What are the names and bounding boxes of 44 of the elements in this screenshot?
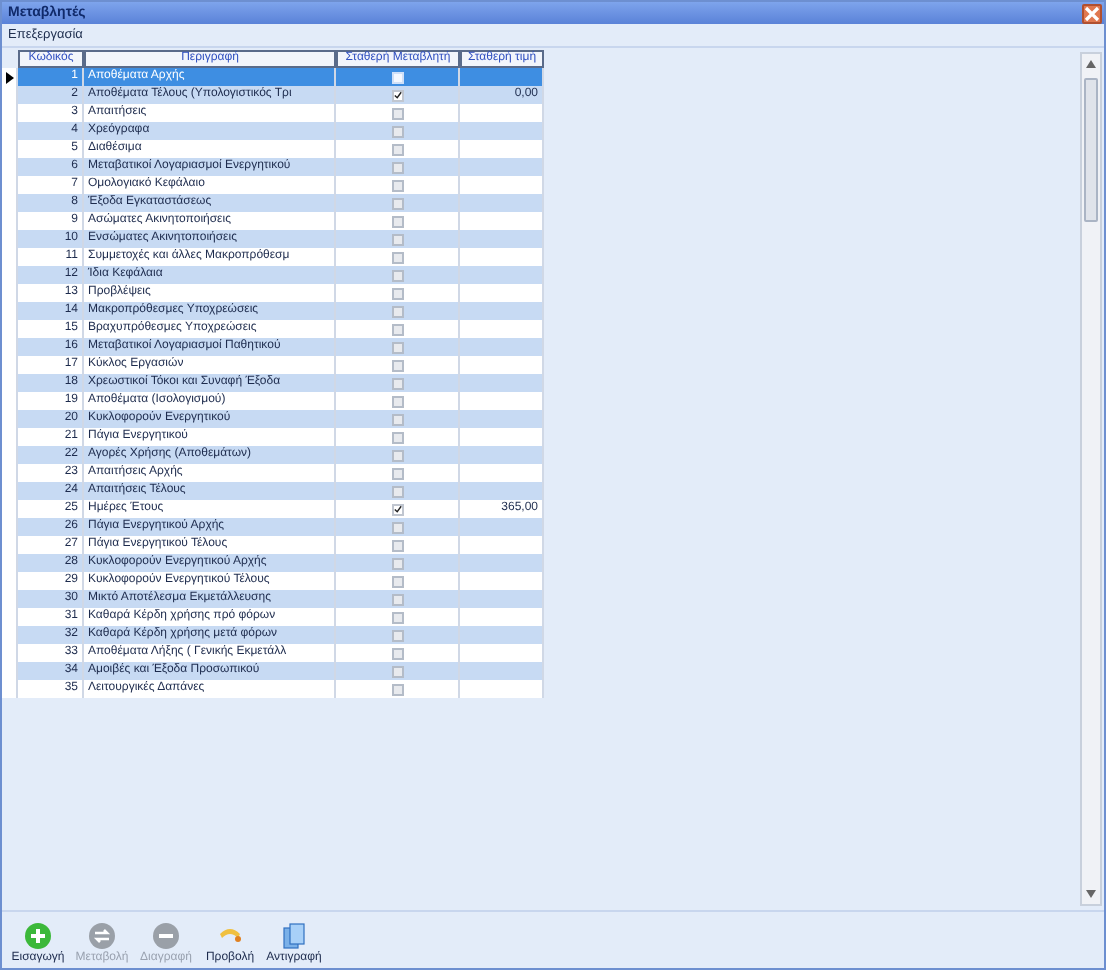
- checkbox[interactable]: [391, 449, 403, 461]
- checkbox[interactable]: [391, 143, 403, 155]
- checkbox[interactable]: [391, 503, 403, 515]
- checkbox[interactable]: [391, 269, 403, 281]
- checkbox[interactable]: [391, 305, 403, 317]
- checkbox[interactable]: [391, 431, 403, 443]
- checkbox[interactable]: [391, 251, 403, 263]
- checkbox[interactable]: [391, 395, 403, 407]
- checkbox[interactable]: [391, 647, 403, 659]
- checkbox[interactable]: [391, 521, 403, 533]
- checkbox[interactable]: [391, 593, 403, 605]
- checkbox[interactable]: [391, 89, 403, 101]
- checkbox[interactable]: [391, 359, 403, 371]
- checkbox[interactable]: [391, 107, 403, 119]
- checkbox[interactable]: [391, 377, 403, 389]
- scrollbar-thumb[interactable]: [1084, 78, 1098, 222]
- add-icon: [24, 922, 52, 950]
- close-button[interactable]: [1082, 3, 1102, 23]
- checkbox[interactable]: [391, 467, 403, 479]
- checkbox[interactable]: [391, 215, 403, 227]
- checkbox[interactable]: [391, 413, 403, 425]
- scrollbar[interactable]: [1080, 52, 1102, 906]
- checkbox[interactable]: [391, 287, 403, 299]
- checkbox[interactable]: [391, 161, 403, 173]
- checkbox[interactable]: [391, 125, 403, 137]
- close-icon: [1084, 5, 1100, 21]
- arrows-icon: [88, 922, 116, 950]
- scroll-down-icon[interactable]: [1084, 888, 1098, 900]
- checkbox[interactable]: [391, 665, 403, 677]
- documents-icon: [280, 922, 308, 950]
- checkbox[interactable]: [391, 539, 403, 551]
- checkbox[interactable]: [391, 683, 403, 695]
- checkbox[interactable]: [391, 611, 403, 623]
- checkbox[interactable]: [391, 557, 403, 569]
- checkbox[interactable]: [391, 197, 403, 209]
- checkbox[interactable]: [391, 575, 403, 587]
- checkbox[interactable]: [391, 233, 403, 245]
- minus-icon: [152, 922, 180, 950]
- checkbox[interactable]: [391, 485, 403, 497]
- checkbox[interactable]: [391, 179, 403, 191]
- checkbox[interactable]: [391, 629, 403, 641]
- scroll-up-icon[interactable]: [1084, 58, 1098, 70]
- checkbox[interactable]: [391, 341, 403, 353]
- checkbox[interactable]: [391, 323, 403, 335]
